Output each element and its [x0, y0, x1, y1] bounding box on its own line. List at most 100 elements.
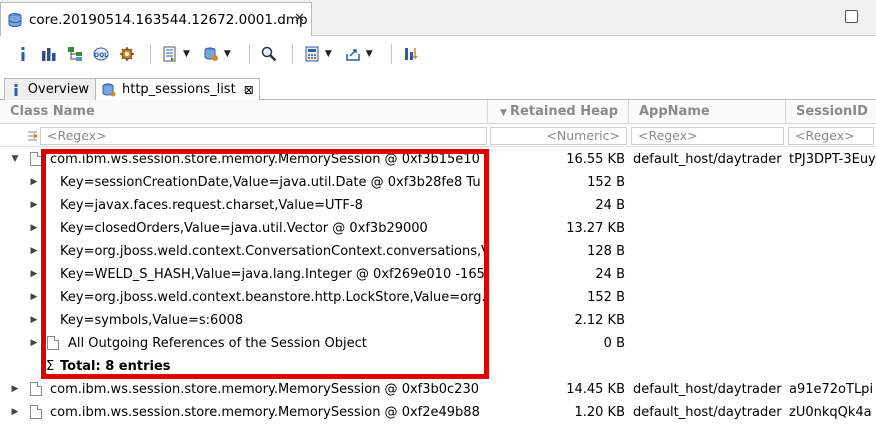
table-row[interactable]: ▶ Key=symbols,Value=s:6008 2.12 KB: [0, 309, 876, 332]
column-header-app-name[interactable]: AppName: [629, 100, 786, 124]
info-icon: [11, 83, 22, 97]
editor-tab-bar: core.20190514.163544.12672.0001.dmp ✕: [0, 0, 876, 36]
session-id-filter-input[interactable]: <Regex>: [788, 127, 874, 145]
toolbar-separator: [390, 44, 392, 64]
class-name-cell: Key=closedOrders,Value=java.util.Vector …: [60, 221, 428, 236]
export-button[interactable]: [342, 43, 364, 65]
retained-heap-cell: 152 B: [587, 290, 625, 305]
info-button[interactable]: [12, 43, 34, 65]
app-name-cell: default_host/daytrader: [633, 382, 782, 397]
chevron-down-icon[interactable]: ▼: [224, 49, 231, 59]
retained-heap-cell: 128 B: [587, 244, 625, 259]
expand-icon[interactable]: ▶: [28, 194, 40, 217]
toolbar-separator: [248, 44, 250, 64]
filter-row-icon: [28, 131, 38, 141]
column-header-session-id[interactable]: SessionID: [786, 100, 876, 124]
retained-heap-filter-input[interactable]: <Numeric>: [490, 127, 627, 145]
editor-tab-dump[interactable]: core.20190514.163544.12672.0001.dmp ✕: [0, 2, 312, 36]
tab-http-sessions-list[interactable]: http_sessions_list ⊠: [95, 78, 260, 100]
sum-icon: Σ: [46, 359, 55, 374]
retained-heap-cell: 0 B: [603, 336, 625, 351]
tab-http-sessions-list-label: http_sessions_list: [122, 82, 236, 97]
oql-button[interactable]: OQL: [90, 43, 112, 65]
calculator-button[interactable]: [301, 43, 323, 65]
oql-icon: OQL: [93, 47, 109, 61]
sort-descending-icon: ▼: [499, 108, 511, 118]
column-header-retained-heap-label: Retained Heap: [510, 104, 618, 119]
class-name-cell: com.ibm.ws.session.store.memory.MemorySe…: [50, 152, 480, 167]
tab-overview[interactable]: Overview: [4, 78, 96, 100]
retained-heap-cell: 1.20 KB: [574, 405, 625, 420]
table-row[interactable]: ▶ com.ibm.ws.session.store.memory.Memory…: [0, 401, 876, 424]
filter-row: <Regex> <Numeric> <Regex> <Regex>: [0, 125, 876, 147]
retained-heap-cell: 152 B: [587, 175, 625, 190]
results-table: Class Name ▼ Retained Heap AppName Sessi…: [0, 100, 876, 426]
class-name-filter-input[interactable]: <Regex>: [40, 127, 487, 145]
app-name-cell: default_host/daytrader: [633, 405, 782, 420]
column-header-class-name[interactable]: Class Name: [0, 100, 488, 124]
editor-tab-title: core.20190514.163544.12672.0001.dmp: [29, 11, 308, 28]
expand-icon[interactable]: ▶: [9, 378, 21, 401]
sort-icon: [404, 48, 418, 60]
retained-heap-cell: 16.55 KB: [566, 152, 625, 167]
table-row[interactable]: ▶ com.ibm.ws.session.store.memory.Memory…: [0, 378, 876, 401]
chevron-down-icon[interactable]: ▼: [325, 49, 332, 59]
heap-dump-icon: [8, 12, 22, 27]
expand-icon[interactable]: ▶: [9, 401, 21, 424]
object-icon: [47, 336, 59, 350]
table-row[interactable]: ▶ Key=WELD_S_HASH,Value=java.lang.Intege…: [0, 263, 876, 286]
result-tab-bar: Overview http_sessions_list ⊠: [0, 76, 876, 100]
expand-icon[interactable]: ▶: [28, 286, 40, 309]
table-row[interactable]: ▶ Key=javax.faces.request.charset,Value=…: [0, 194, 876, 217]
collapse-icon[interactable]: ▼: [9, 148, 21, 171]
table-row[interactable]: ▶ Key=org.jboss.weld.context.beanstore.h…: [0, 286, 876, 309]
run-report-button[interactable]: [159, 43, 181, 65]
chevron-down-icon[interactable]: ▼: [183, 49, 190, 59]
tab-overview-label: Overview: [27, 82, 89, 97]
table-row[interactable]: ▶ Key=closedOrders,Value=java.util.Vecto…: [0, 217, 876, 240]
class-name-cell: Key=org.jboss.weld.context.beanstore.htt…: [60, 290, 486, 305]
open-query-browser-button[interactable]: [200, 43, 222, 65]
table-row[interactable]: ▶ Key=org.jboss.weld.context.Conversatio…: [0, 240, 876, 263]
toolbar: OQL ▼ ▼ ▼ ▼: [0, 36, 876, 72]
report-icon: [163, 46, 176, 62]
expand-icon[interactable]: ▶: [28, 332, 40, 355]
svg-text:OQL: OQL: [94, 52, 108, 59]
expand-icon[interactable]: ▶: [28, 240, 40, 263]
close-icon[interactable]: ⊠: [244, 83, 254, 97]
expand-icon[interactable]: ▶: [28, 263, 40, 286]
app-name-filter-input[interactable]: <Regex>: [631, 127, 784, 145]
table-row[interactable]: ▶ All Outgoing References of the Session…: [0, 332, 876, 355]
oql-query-icon: [102, 83, 116, 97]
search-button[interactable]: [258, 43, 280, 65]
total-row: Σ Total: 8 entries: [0, 355, 876, 378]
search-icon: [261, 46, 277, 62]
histogram-button[interactable]: [38, 43, 60, 65]
maximize-icon[interactable]: [845, 10, 858, 23]
toolbar-separator: [150, 44, 151, 64]
expand-icon[interactable]: ▶: [28, 217, 40, 240]
retained-heap-cell: 2.12 KB: [574, 313, 625, 328]
dominator-tree-button[interactable]: [64, 43, 86, 65]
expand-icon[interactable]: ▶: [28, 309, 40, 332]
app-name-cell: default_host/daytrader: [633, 152, 782, 167]
class-name-cell: com.ibm.ws.session.store.memory.MemorySe…: [50, 405, 480, 420]
export-icon: [346, 49, 360, 61]
column-header-retained-heap[interactable]: ▼ Retained Heap: [488, 100, 629, 124]
retained-heap-cell: 14.45 KB: [566, 382, 625, 397]
chevron-down-icon[interactable]: ▼: [366, 49, 373, 59]
close-icon[interactable]: ✕: [294, 11, 305, 26]
heap-dump-overview-button[interactable]: [116, 43, 138, 65]
dominator-tree-icon: [68, 47, 82, 61]
table-row[interactable]: ▼ com.ibm.ws.session.store.memory.Memory…: [0, 148, 876, 171]
class-name-cell: Key=javax.faces.request.charset,Value=UT…: [60, 198, 363, 213]
table-row[interactable]: ▶ Key=sessionCreationDate,Value=java.uti…: [0, 171, 876, 194]
info-icon: [21, 47, 25, 61]
query-browser-icon: [204, 47, 218, 61]
expand-icon[interactable]: ▶: [28, 171, 40, 194]
object-icon: [30, 152, 42, 166]
session-id-cell: a91e72oTLpi: [789, 382, 874, 397]
class-name-cell: Key=WELD_S_HASH,Value=java.lang.Integer …: [60, 267, 485, 282]
sort-button[interactable]: [400, 43, 422, 65]
class-name-cell: com.ibm.ws.session.store.memory.MemorySe…: [50, 382, 479, 397]
